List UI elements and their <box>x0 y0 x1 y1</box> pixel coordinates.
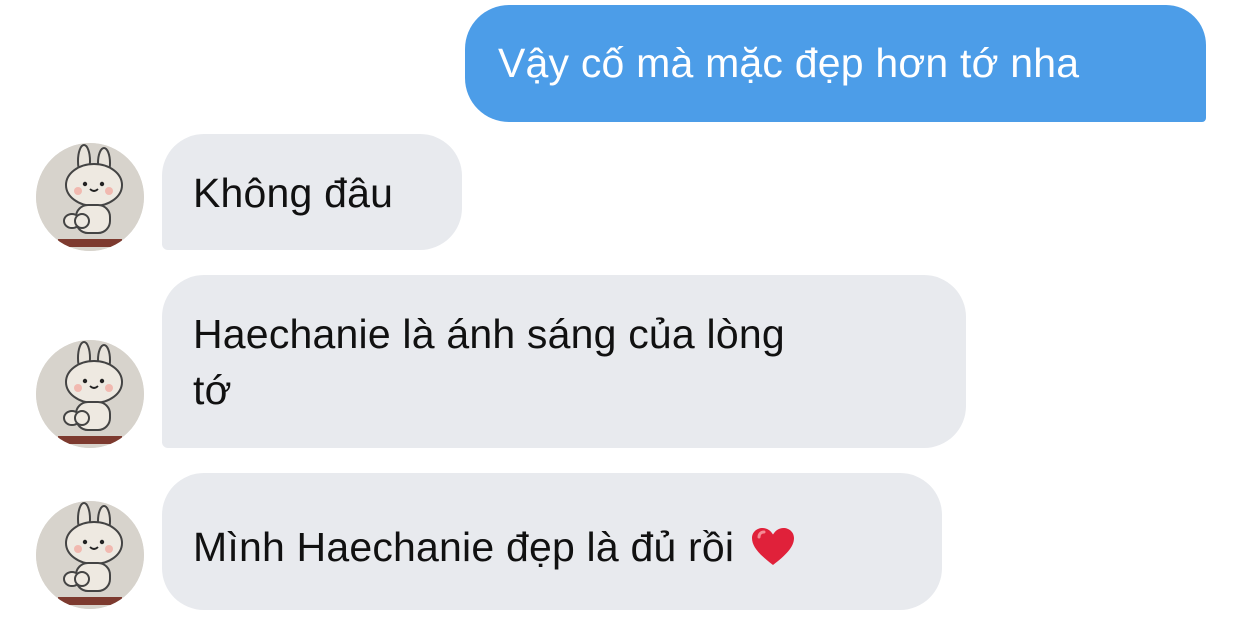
avatar[interactable] <box>36 143 144 251</box>
message-text-line-1: Haechanie là ánh sáng của lòng <box>193 311 785 357</box>
message-text: Không đâu <box>193 170 394 216</box>
sent-message-bubble[interactable]: Vậy cố mà mặc đẹp hơn tớ nha <box>465 5 1206 122</box>
received-message-bubble[interactable]: Mình Haechanie đẹp là đủ rồi <box>162 473 942 610</box>
bunny-avatar-icon <box>36 143 144 251</box>
received-message-bubble[interactable]: Haechanie là ánh sáng của lòng tớ <box>162 275 966 448</box>
bunny-avatar-icon <box>36 501 144 609</box>
received-message-bubble[interactable]: Không đâu <box>162 134 462 250</box>
avatar[interactable] <box>36 501 144 609</box>
avatar[interactable] <box>36 340 144 448</box>
chat-thread: Vậy cố mà mặc đẹp hơn tớ nha Không đâu H… <box>0 0 1242 622</box>
message-text: Mình Haechanie đẹp là đủ rồi <box>193 524 735 570</box>
message-text-line-2: tớ <box>193 367 232 413</box>
heart-icon <box>750 525 796 565</box>
bunny-avatar-icon <box>36 340 144 448</box>
message-text: Vậy cố mà mặc đẹp hơn tớ nha <box>498 40 1080 86</box>
